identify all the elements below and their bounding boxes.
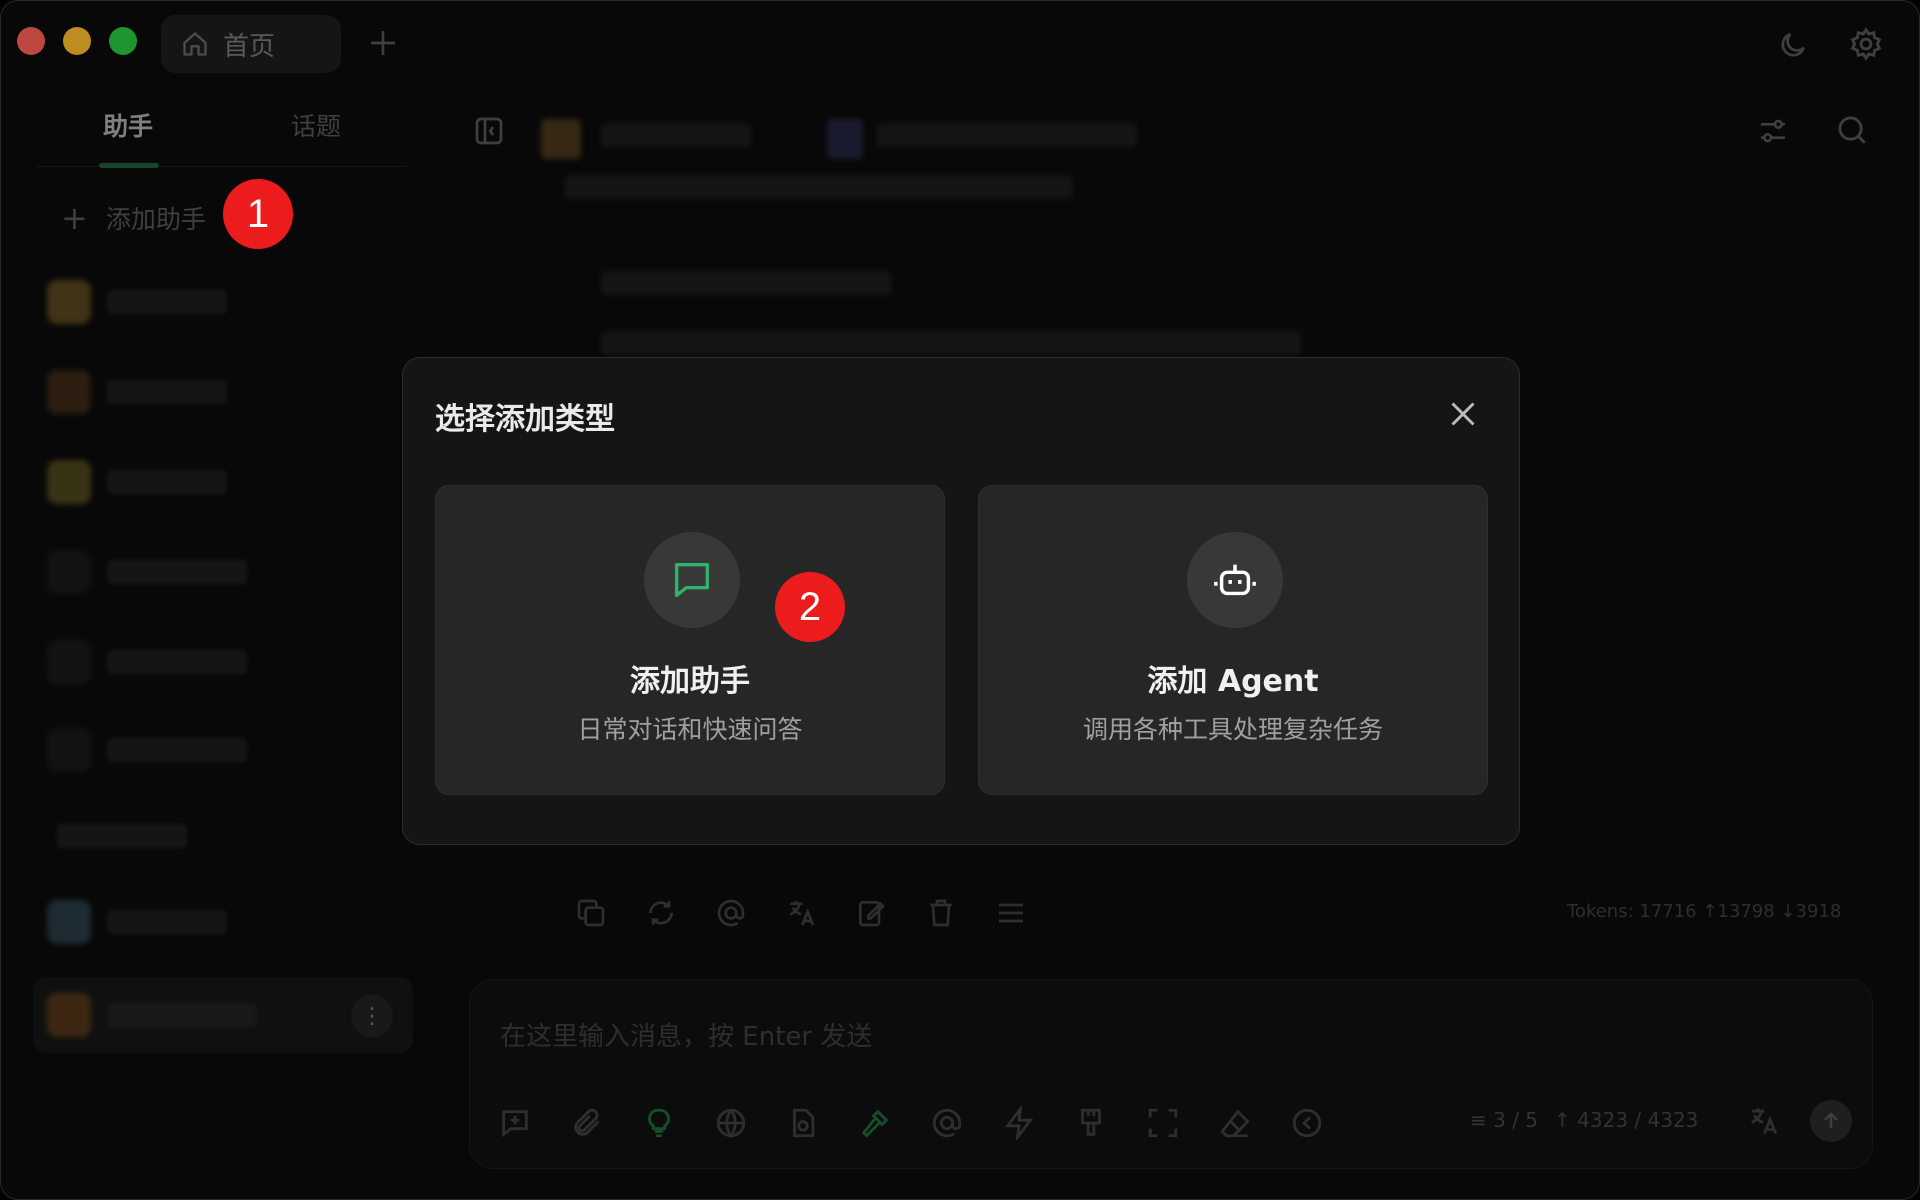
add-agent-option[interactable]: 添加 Agent 调用各种工具处理复杂任务	[978, 485, 1488, 795]
add-type-dialog: 选择添加类型 添加助手 日常对话和快速问答 添加 Agent 调用各种工具处理复…	[402, 357, 1520, 845]
option-description: 日常对话和快速问答	[577, 715, 803, 744]
robot-icon-circle	[1187, 532, 1283, 628]
robot-icon	[1214, 564, 1256, 596]
option-title: 添加助手	[630, 664, 750, 699]
chat-bubble-icon	[674, 562, 710, 598]
add-assistant-option[interactable]: 添加助手 日常对话和快速问答	[435, 485, 945, 795]
chat-icon-circle	[644, 532, 740, 628]
dialog-title: 选择添加类型	[435, 402, 615, 437]
close-icon[interactable]	[1445, 396, 1481, 432]
app-window: 首页 助手 话题 + 添加助手 ⋮ Tokens: 17716 ↑13798 ↓…	[0, 0, 1920, 1200]
step-badge-1: 1	[223, 179, 293, 249]
step-badge-2: 2	[775, 572, 845, 642]
option-title: 添加 Agent	[1147, 664, 1319, 699]
option-description: 调用各种工具处理复杂任务	[1082, 715, 1383, 744]
